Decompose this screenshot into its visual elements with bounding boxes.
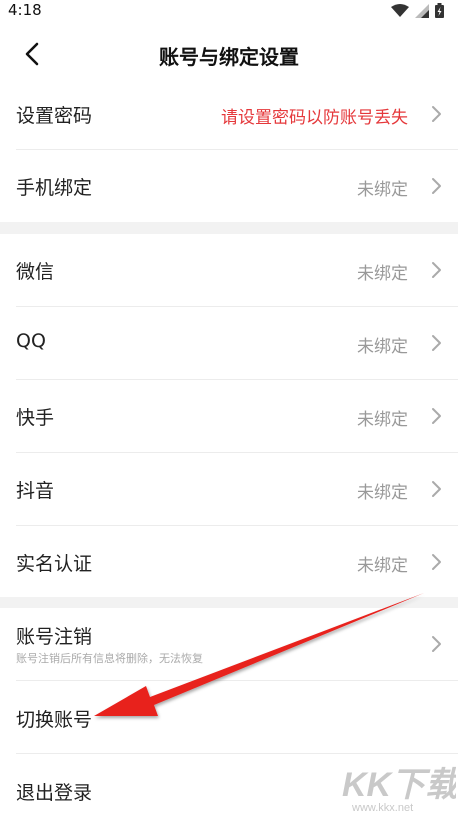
row-douyin[interactable]: 抖音 未绑定 (0, 453, 458, 525)
watermark-logo: KK下载 www.kkx.net (338, 762, 458, 814)
chevron-right-icon (432, 335, 441, 351)
status-bar: 4:18 (0, 0, 458, 22)
svg-text:www.kkx.net: www.kkx.net (351, 802, 413, 814)
row-wechat[interactable]: 微信 未绑定 (0, 234, 458, 306)
row-real-name-auth[interactable]: 实名认证 未绑定 (0, 526, 458, 598)
row-label: 手机绑定 (16, 177, 93, 199)
row-subtitle: 账号注销后所有信息将删除，无法恢复 (16, 652, 203, 665)
chevron-right-icon (432, 554, 441, 570)
row-label: 抖音 (16, 480, 55, 502)
row-label: 实名认证 (16, 553, 93, 575)
chevron-right-icon (432, 178, 441, 194)
row-value: 未绑定 (357, 337, 408, 357)
row-label: 快手 (16, 407, 55, 429)
chevron-right-icon (432, 481, 441, 497)
row-label: QQ (16, 330, 46, 352)
battery-icon (435, 3, 444, 18)
kk-logo-icon: KK下载 www.kkx.net (342, 766, 458, 814)
status-icons (391, 3, 444, 18)
row-set-password[interactable]: 设置密码 请设置密码以防账号丢失 (0, 78, 458, 150)
row-label: 退出登录 (16, 782, 93, 804)
row-phone-binding[interactable]: 手机绑定 未绑定 (0, 150, 458, 222)
page-title: 账号与绑定设置 (159, 45, 299, 69)
svg-text:KK下载: KK下载 (342, 766, 456, 804)
row-account-deregister[interactable]: 账号注销 账号注销后所有信息将删除，无法恢复 (0, 608, 458, 680)
row-label: 微信 (16, 261, 55, 283)
row-label: 设置密码 (16, 105, 93, 127)
row-value-warning: 请设置密码以防账号丢失 (221, 108, 408, 128)
row-label: 切换账号 (16, 709, 93, 731)
row-value: 未绑定 (357, 410, 408, 430)
chevron-right-icon (432, 262, 441, 278)
nav-bar: 账号与绑定设置 (0, 22, 458, 86)
row-value: 未绑定 (357, 483, 408, 503)
row-label: 账号注销 (16, 626, 93, 648)
row-kuaishou[interactable]: 快手 未绑定 (0, 380, 458, 452)
section-gap (0, 597, 458, 608)
row-switch-account[interactable]: 切换账号 (0, 681, 458, 753)
row-value: 未绑定 (357, 180, 408, 200)
chevron-right-icon (432, 636, 441, 652)
section-gap (0, 222, 458, 234)
status-time: 4:18 (8, 1, 42, 19)
row-value: 未绑定 (357, 264, 408, 284)
row-value: 未绑定 (357, 556, 408, 576)
row-qq[interactable]: QQ 未绑定 (0, 307, 458, 379)
wifi-icon (391, 3, 409, 17)
signal-icon (415, 3, 429, 18)
chevron-right-icon (432, 106, 441, 122)
chevron-right-icon (432, 408, 441, 424)
